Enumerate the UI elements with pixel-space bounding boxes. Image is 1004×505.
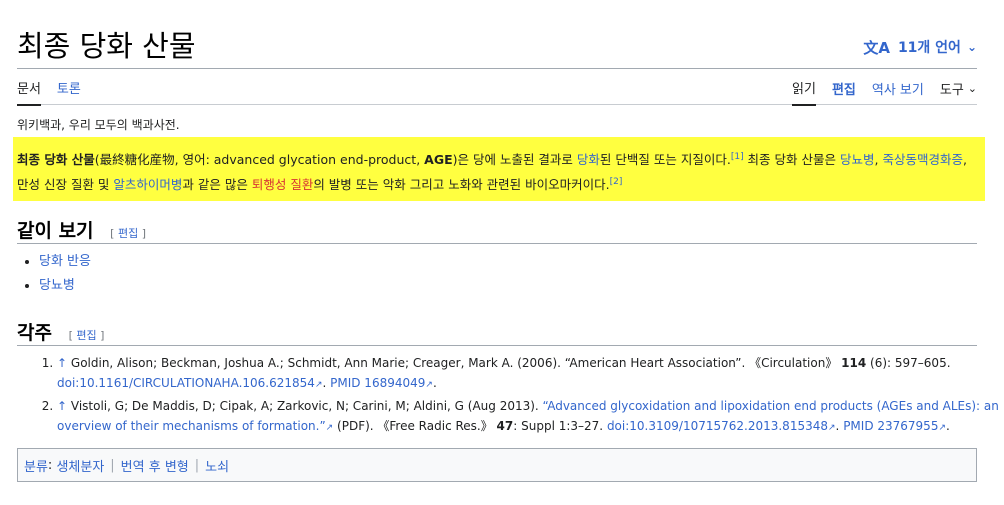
external-link-icon: ↗ <box>314 380 323 390</box>
colon: : <box>47 457 57 473</box>
references-list: ↑ Goldin, Alison; Beckman, Joshua A.; Sc… <box>17 353 1004 439</box>
tab-article[interactable]: 문서 <box>17 78 41 106</box>
edit-link[interactable]: 편집 <box>118 227 138 240</box>
chevron-down-icon: ⌄ <box>966 40 977 54</box>
link-glycation[interactable]: 당화 <box>577 152 600 167</box>
category-box: 분류: 생체분자 | 번역 후 변형 | 노쇠 <box>17 448 977 482</box>
lead-english: , 영어: advanced glycation end-product, <box>174 152 425 167</box>
tab-read[interactable]: 읽기 <box>792 78 816 106</box>
lead-paragraph: 최종 당화 산물(最終糖化産物, 영어: advanced glycation … <box>13 137 985 201</box>
see-also-list: 당화 반응 당뇨병 <box>17 250 91 298</box>
site-tagline: 위키백과, 우리 모두의 백과사전. <box>17 118 180 132</box>
language-count: 11개 언어 <box>897 40 961 56</box>
reference-item: ↑ Vistoli, G; De Maddis, D; Cipak, A; Za… <box>57 396 1004 438</box>
reference-text: Goldin, Alison; Beckman, Joshua A.; Schm… <box>70 356 842 370</box>
separator: | <box>194 457 200 473</box>
reference-text: (PDF). 《Free Radic Res.》 <box>333 419 497 433</box>
separator: | <box>110 457 115 473</box>
link-alzheimers[interactable]: 알츠하이머병 <box>113 177 182 192</box>
link-glycation-reaction[interactable]: 당화 반응 <box>39 254 91 269</box>
reference-item: ↑ Goldin, Alison; Beckman, Joshua A.; Sc… <box>57 353 1004 395</box>
reference-volume: 47 <box>496 419 514 433</box>
category-item[interactable]: 번역 후 변형 <box>121 456 189 475</box>
external-link-icon: ↗ <box>938 423 946 433</box>
lead-hanja: 最終糖化産物 <box>99 152 175 167</box>
external-link-icon: ↗ <box>828 423 836 433</box>
section-see-also: 같이 보기 [ 편집 ] <box>17 216 977 244</box>
category-item[interactable]: 생체분자 <box>56 456 104 475</box>
language-button[interactable]: 文A 11개 언어 ⌄ <box>863 36 977 58</box>
title-row: 최종 당화 산물 文A 11개 언어 ⌄ <box>17 28 977 69</box>
tab-history[interactable]: 역사 보기 <box>872 79 924 105</box>
external-link-icon: ↗ <box>425 380 433 390</box>
link-degenerative-disease[interactable]: 퇴행성 질환 <box>252 177 313 192</box>
section-title-text: 같이 보기 <box>17 220 94 242</box>
section-edit: [ 편집 ] <box>110 227 147 240</box>
lead-text: )은 당에 노출된 결과로 <box>452 152 577 167</box>
category-item[interactable]: 노쇠 <box>205 456 229 475</box>
list-item: 당화 반응 <box>39 250 91 274</box>
reference-text: Vistoli, G; De Maddis, D; Cipak, A; Zark… <box>70 399 543 413</box>
chevron-down-icon: ⌄ <box>967 82 977 95</box>
lead-text: 과 같은 많은 <box>182 177 252 192</box>
tab-edit[interactable]: 편집 <box>832 79 856 105</box>
translate-icon: 文A <box>863 38 890 57</box>
lead-text: 의 발병 또는 악화 그리고 노화와 관련된 바이오마커이다. <box>313 177 610 192</box>
lead-text: 최종 당화 산물은 <box>743 152 840 167</box>
reference-2[interactable]: [2] <box>610 177 623 187</box>
categories-label[interactable]: 분류 <box>24 456 48 475</box>
section-title: 같이 보기 [ 편집 ] <box>17 216 977 243</box>
tabs-row: 문서 토론 읽기 편집 역사 보기 도구 ⌄ <box>17 70 977 106</box>
reference-text: : Suppl 1:3–27. <box>513 419 607 433</box>
doi-link[interactable]: doi:10.1161/CIRCULATIONAHA.106.621854 <box>57 376 315 390</box>
pmid-link[interactable]: PMID 23767955 <box>843 419 938 433</box>
page-title: 최종 당화 산물 <box>17 29 196 63</box>
link-diabetes[interactable]: 당뇨병 <box>39 278 75 293</box>
lead-text: 된 단백질 또는 지질이다. <box>599 152 731 167</box>
link-diabetes[interactable]: 당뇨병 <box>840 152 875 167</box>
tools-menu[interactable]: 도구 ⌄ <box>940 79 977 105</box>
reference-1[interactable]: [1] <box>731 152 744 162</box>
back-arrow[interactable]: ↑ <box>57 399 67 413</box>
lead-term: 최종 당화 산물 <box>17 152 95 167</box>
section-edit: [ 편집 ] <box>68 329 105 342</box>
pmid-link[interactable]: PMID 16894049 <box>330 376 425 390</box>
reference-volume: 114 <box>841 356 867 370</box>
reference-text: (6): 597–605. <box>866 356 951 370</box>
edit-link[interactable]: 편집 <box>76 329 96 342</box>
list-item: 당뇨병 <box>39 274 91 298</box>
back-arrow[interactable]: ↑ <box>57 356 67 370</box>
section-references: 각주 [ 편집 ] <box>17 318 977 346</box>
tools-label: 도구 <box>939 83 964 98</box>
doi-link[interactable]: doi:10.3109/10715762.2013.815348 <box>607 419 828 433</box>
tab-talk[interactable]: 토론 <box>57 78 81 106</box>
section-title: 각주 [ 편집 ] <box>17 318 977 345</box>
link-atherosclerosis[interactable]: 죽상동맥경화증 <box>882 152 963 167</box>
lead-abbr: AGE <box>424 152 453 167</box>
section-title-text: 각주 <box>17 322 52 344</box>
